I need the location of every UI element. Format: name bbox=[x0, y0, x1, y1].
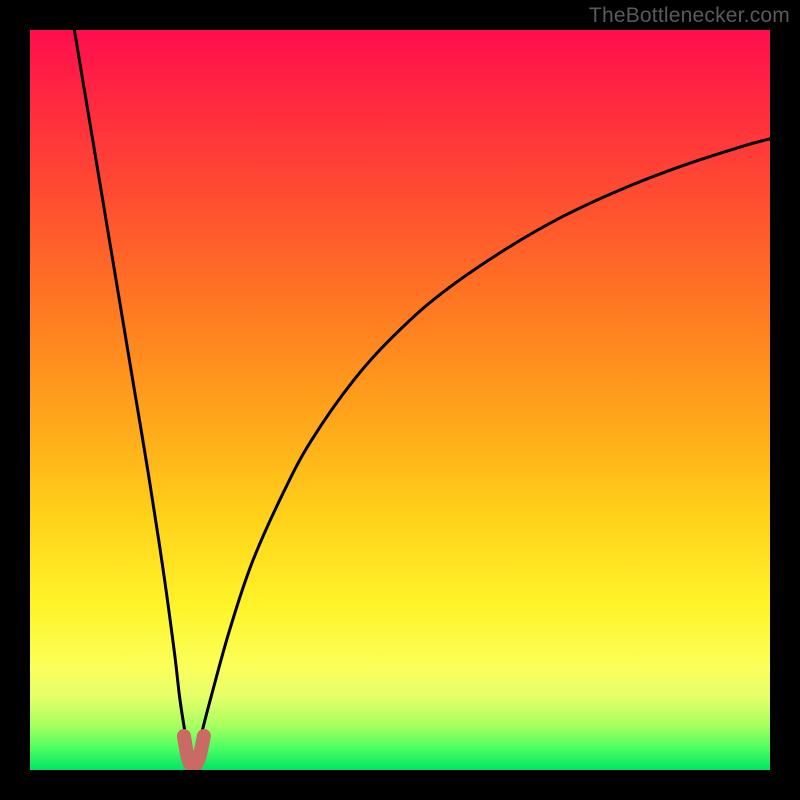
chart-frame: TheBottlenecker.com bbox=[0, 0, 800, 800]
plot-area bbox=[30, 30, 770, 770]
curves-layer bbox=[30, 30, 770, 770]
watermark-text: TheBottlenecker.com bbox=[589, 4, 790, 28]
curve-right bbox=[193, 139, 770, 767]
curve-left bbox=[74, 30, 192, 766]
dip-marker bbox=[184, 736, 204, 767]
